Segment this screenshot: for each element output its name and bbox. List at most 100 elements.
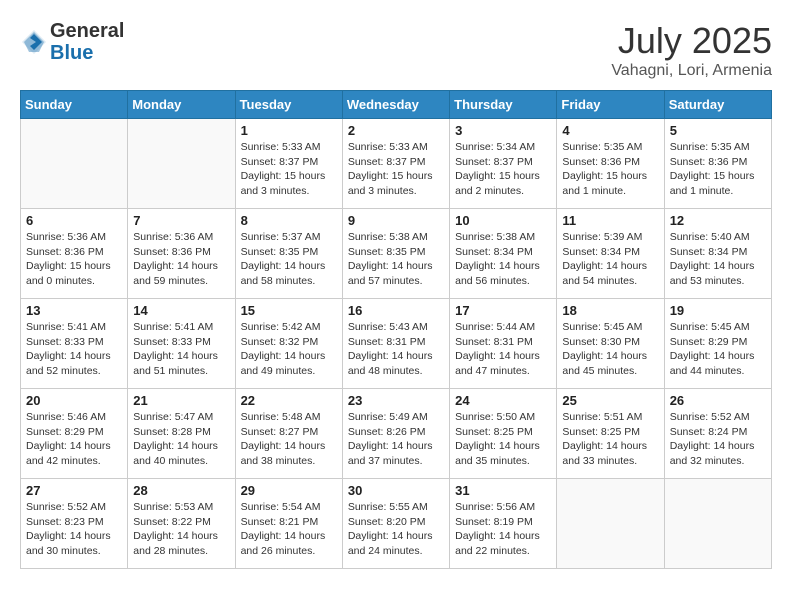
calendar-cell: 20 Sunrise: 5:46 AM Sunset: 8:29 PM Dayli… [21, 389, 128, 479]
day-info: Sunrise: 5:50 AM Sunset: 8:25 PM Dayligh… [455, 410, 551, 469]
day-info: Sunrise: 5:36 AM Sunset: 8:36 PM Dayligh… [133, 230, 229, 289]
calendar-cell: 4 Sunrise: 5:35 AM Sunset: 8:36 PM Daylig… [557, 119, 664, 209]
day-info: Sunrise: 5:46 AM Sunset: 8:29 PM Dayligh… [26, 410, 122, 469]
day-info: Sunrise: 5:49 AM Sunset: 8:26 PM Dayligh… [348, 410, 444, 469]
calendar-week-row: 6 Sunrise: 5:36 AM Sunset: 8:36 PM Daylig… [21, 209, 772, 299]
calendar-cell [21, 119, 128, 209]
logo-text: General Blue [50, 20, 124, 64]
day-number: 1 [241, 123, 337, 138]
day-number: 4 [562, 123, 658, 138]
calendar-cell: 23 Sunrise: 5:49 AM Sunset: 8:26 PM Dayli… [342, 389, 449, 479]
calendar-cell: 6 Sunrise: 5:36 AM Sunset: 8:36 PM Daylig… [21, 209, 128, 299]
calendar-cell: 9 Sunrise: 5:38 AM Sunset: 8:35 PM Daylig… [342, 209, 449, 299]
day-number: 12 [670, 213, 766, 228]
day-number: 7 [133, 213, 229, 228]
calendar-cell: 5 Sunrise: 5:35 AM Sunset: 8:36 PM Daylig… [664, 119, 771, 209]
day-info: Sunrise: 5:53 AM Sunset: 8:22 PM Dayligh… [133, 500, 229, 559]
day-info: Sunrise: 5:52 AM Sunset: 8:23 PM Dayligh… [26, 500, 122, 559]
day-info: Sunrise: 5:39 AM Sunset: 8:34 PM Dayligh… [562, 230, 658, 289]
logo-blue: Blue [50, 42, 124, 64]
day-info: Sunrise: 5:33 AM Sunset: 8:37 PM Dayligh… [348, 140, 444, 199]
day-info: Sunrise: 5:36 AM Sunset: 8:36 PM Dayligh… [26, 230, 122, 289]
day-info: Sunrise: 5:55 AM Sunset: 8:20 PM Dayligh… [348, 500, 444, 559]
calendar-cell: 31 Sunrise: 5:56 AM Sunset: 8:19 PM Dayli… [450, 479, 557, 569]
calendar-cell [664, 479, 771, 569]
day-info: Sunrise: 5:56 AM Sunset: 8:19 PM Dayligh… [455, 500, 551, 559]
day-info: Sunrise: 5:35 AM Sunset: 8:36 PM Dayligh… [562, 140, 658, 199]
day-info: Sunrise: 5:41 AM Sunset: 8:33 PM Dayligh… [133, 320, 229, 379]
calendar-cell: 8 Sunrise: 5:37 AM Sunset: 8:35 PM Daylig… [235, 209, 342, 299]
day-info: Sunrise: 5:35 AM Sunset: 8:36 PM Dayligh… [670, 140, 766, 199]
day-number: 31 [455, 483, 551, 498]
day-number: 8 [241, 213, 337, 228]
day-number: 13 [26, 303, 122, 318]
day-info: Sunrise: 5:44 AM Sunset: 8:31 PM Dayligh… [455, 320, 551, 379]
day-number: 26 [670, 393, 766, 408]
calendar-cell: 25 Sunrise: 5:51 AM Sunset: 8:25 PM Dayli… [557, 389, 664, 479]
day-number: 5 [670, 123, 766, 138]
day-info: Sunrise: 5:42 AM Sunset: 8:32 PM Dayligh… [241, 320, 337, 379]
calendar-cell: 2 Sunrise: 5:33 AM Sunset: 8:37 PM Daylig… [342, 119, 449, 209]
calendar-cell: 26Sunrise: 5:52 AM Sunset: 8:24 PM Dayli… [664, 389, 771, 479]
day-number: 18 [562, 303, 658, 318]
day-info: Sunrise: 5:51 AM Sunset: 8:25 PM Dayligh… [562, 410, 658, 469]
calendar-cell: 12 Sunrise: 5:40 AM Sunset: 8:34 PM Dayli… [664, 209, 771, 299]
day-number: 2 [348, 123, 444, 138]
day-number: 19 [670, 303, 766, 318]
day-info: Sunrise: 5:48 AM Sunset: 8:27 PM Dayligh… [241, 410, 337, 469]
calendar-cell: 18 Sunrise: 5:45 AM Sunset: 8:30 PM Dayli… [557, 299, 664, 389]
calendar-cell: 24 Sunrise: 5:50 AM Sunset: 8:25 PM Dayli… [450, 389, 557, 479]
day-number: 23 [348, 393, 444, 408]
weekday-header-tuesday: Tuesday [235, 91, 342, 119]
calendar-cell: 19 Sunrise: 5:45 AM Sunset: 8:29 PM Dayli… [664, 299, 771, 389]
day-number: 6 [26, 213, 122, 228]
calendar-cell: 7 Sunrise: 5:36 AM Sunset: 8:36 PM Daylig… [128, 209, 235, 299]
weekday-header-sunday: Sunday [21, 91, 128, 119]
title-area: July 2025 Vahagni, Lori, Armenia [611, 20, 772, 80]
calendar-cell: 21Sunrise: 5:47 AM Sunset: 8:28 PM Dayli… [128, 389, 235, 479]
day-number: 14 [133, 303, 229, 318]
day-info: Sunrise: 5:40 AM Sunset: 8:34 PM Dayligh… [670, 230, 766, 289]
day-number: 27 [26, 483, 122, 498]
calendar-cell: 16Sunrise: 5:43 AM Sunset: 8:31 PM Dayli… [342, 299, 449, 389]
calendar-cell: 22 Sunrise: 5:48 AM Sunset: 8:27 PM Dayli… [235, 389, 342, 479]
day-number: 24 [455, 393, 551, 408]
calendar-cell: 30 Sunrise: 5:55 AM Sunset: 8:20 PM Dayli… [342, 479, 449, 569]
calendar-week-row: 27 Sunrise: 5:52 AM Sunset: 8:23 PM Dayli… [21, 479, 772, 569]
day-number: 3 [455, 123, 551, 138]
calendar-cell: 11 Sunrise: 5:39 AM Sunset: 8:34 PM Dayli… [557, 209, 664, 299]
day-info: Sunrise: 5:37 AM Sunset: 8:35 PM Dayligh… [241, 230, 337, 289]
day-info: Sunrise: 5:38 AM Sunset: 8:34 PM Dayligh… [455, 230, 551, 289]
weekday-header-wednesday: Wednesday [342, 91, 449, 119]
weekday-header-friday: Friday [557, 91, 664, 119]
day-number: 20 [26, 393, 122, 408]
logo-icon [20, 28, 48, 56]
day-number: 30 [348, 483, 444, 498]
day-info: Sunrise: 5:34 AM Sunset: 8:37 PM Dayligh… [455, 140, 551, 199]
day-number: 10 [455, 213, 551, 228]
logo-general: General [50, 20, 124, 42]
day-number: 11 [562, 213, 658, 228]
day-number: 21 [133, 393, 229, 408]
day-info: Sunrise: 5:43 AM Sunset: 8:31 PM Dayligh… [348, 320, 444, 379]
day-number: 9 [348, 213, 444, 228]
calendar-cell: 27 Sunrise: 5:52 AM Sunset: 8:23 PM Dayli… [21, 479, 128, 569]
day-number: 22 [241, 393, 337, 408]
day-number: 25 [562, 393, 658, 408]
calendar-cell: 17 Sunrise: 5:44 AM Sunset: 8:31 PM Dayli… [450, 299, 557, 389]
location: Vahagni, Lori, Armenia [611, 62, 772, 80]
day-info: Sunrise: 5:45 AM Sunset: 8:29 PM Dayligh… [670, 320, 766, 379]
calendar-week-row: 20 Sunrise: 5:46 AM Sunset: 8:29 PM Dayli… [21, 389, 772, 479]
day-number: 15 [241, 303, 337, 318]
calendar-cell: 10 Sunrise: 5:38 AM Sunset: 8:34 PM Dayli… [450, 209, 557, 299]
calendar-week-row: 13 Sunrise: 5:41 AM Sunset: 8:33 PM Dayli… [21, 299, 772, 389]
day-number: 17 [455, 303, 551, 318]
day-info: Sunrise: 5:45 AM Sunset: 8:30 PM Dayligh… [562, 320, 658, 379]
calendar-cell: 1Sunrise: 5:33 AM Sunset: 8:37 PM Daylig… [235, 119, 342, 209]
day-number: 29 [241, 483, 337, 498]
day-info: Sunrise: 5:38 AM Sunset: 8:35 PM Dayligh… [348, 230, 444, 289]
calendar-table: SundayMondayTuesdayWednesdayThursdayFrid… [20, 90, 772, 569]
calendar-cell: 28 Sunrise: 5:53 AM Sunset: 8:22 PM Dayli… [128, 479, 235, 569]
day-number: 28 [133, 483, 229, 498]
logo: General Blue [20, 20, 124, 64]
